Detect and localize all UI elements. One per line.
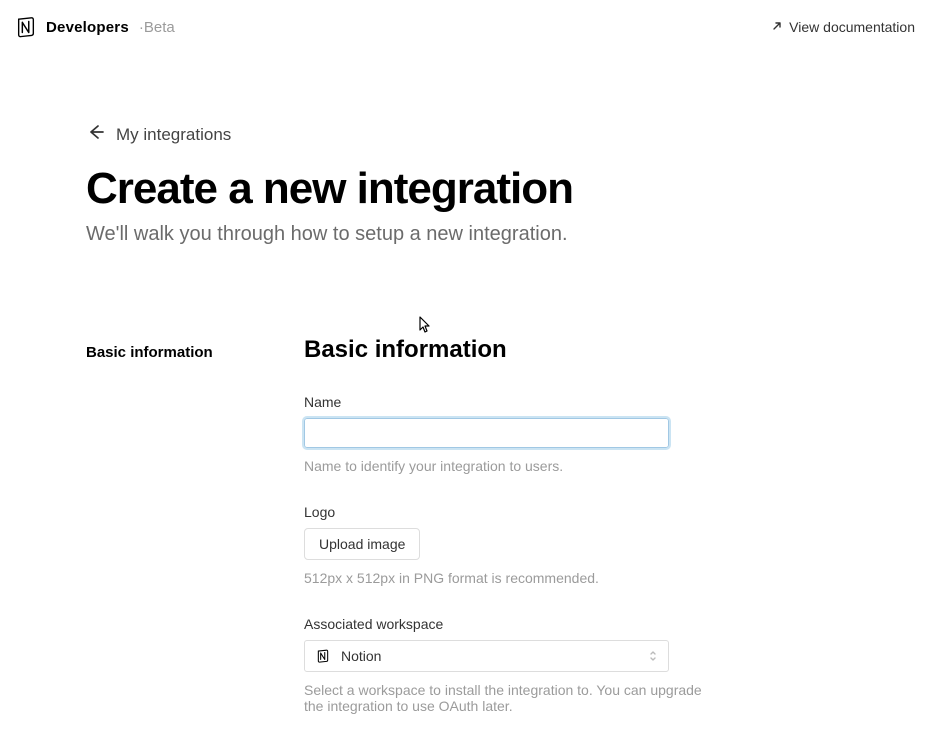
upload-image-button[interactable]: Upload image	[304, 528, 420, 560]
topbar: Developers ·Beta View documentation	[0, 0, 929, 54]
notion-workspace-icon	[315, 648, 331, 664]
workspace-help: Select a workspace to install the integr…	[304, 682, 714, 714]
name-input[interactable]	[304, 418, 669, 448]
view-documentation-link[interactable]: View documentation	[771, 19, 915, 35]
view-documentation-label: View documentation	[789, 19, 915, 35]
select-chevron-icon	[648, 649, 658, 663]
form-main: Basic information Name Name to identify …	[304, 336, 714, 744]
notion-logo-icon	[14, 15, 38, 39]
brand: Developers ·Beta	[14, 15, 175, 39]
workspace-label: Associated workspace	[304, 616, 714, 632]
name-help: Name to identify your integration to use…	[304, 458, 714, 474]
logo-help: 512px x 512px in PNG format is recommend…	[304, 570, 714, 586]
field-workspace: Associated workspace Notion	[304, 616, 714, 714]
brand-name: Developers	[46, 19, 129, 36]
page-subtitle: We'll walk you through how to setup a ne…	[86, 223, 843, 246]
arrow-left-icon	[86, 122, 106, 147]
logo-label: Logo	[304, 504, 714, 520]
name-label: Name	[304, 394, 714, 410]
external-link-icon	[771, 19, 783, 35]
breadcrumb-label: My integrations	[116, 125, 231, 145]
section-heading: Basic information	[304, 336, 714, 364]
field-name: Name Name to identify your integration t…	[304, 394, 714, 474]
brand-beta: ·Beta	[139, 19, 175, 36]
sidebar: Basic information	[86, 336, 282, 744]
page-title: Create a new integration	[86, 165, 843, 213]
sidebar-item-basic-information[interactable]: Basic information	[86, 336, 282, 361]
breadcrumb-back[interactable]: My integrations	[86, 122, 231, 147]
workspace-select[interactable]: Notion	[304, 640, 669, 672]
field-logo: Logo Upload image 512px x 512px in PNG f…	[304, 504, 714, 586]
workspace-selected-label: Notion	[341, 648, 381, 664]
